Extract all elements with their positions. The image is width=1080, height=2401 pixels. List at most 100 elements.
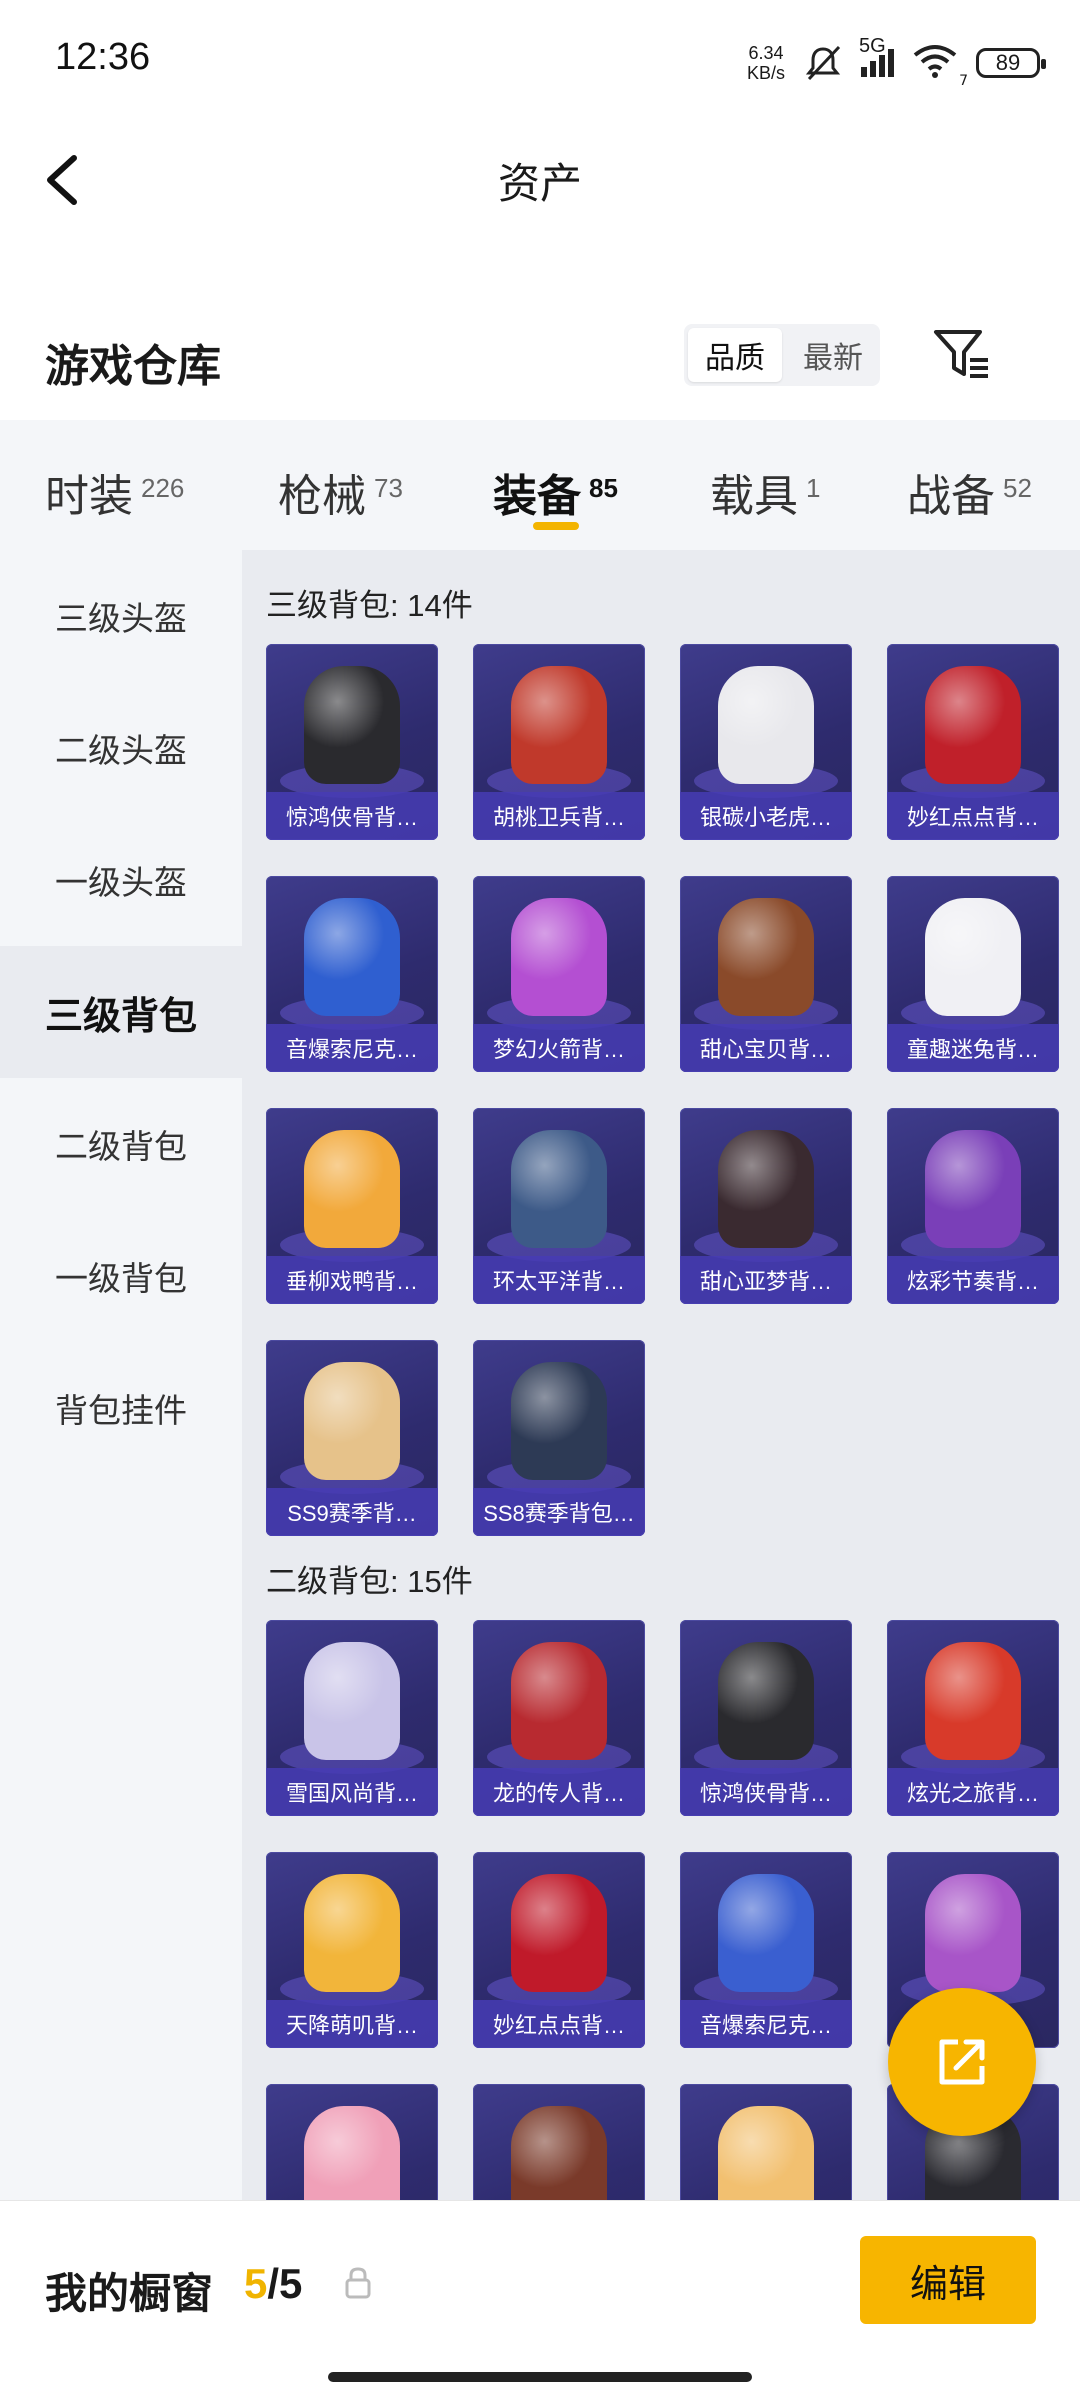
status-bar: 12:36 6.34 KB/s 5G 7 89 xyxy=(0,0,1080,120)
item-card[interactable]: 龙的传人背… xyxy=(473,1620,645,1816)
backpack-icon xyxy=(304,1362,400,1480)
active-tab-indicator xyxy=(533,522,579,530)
sidebar-item-helmet-2[interactable]: 二级头盔 xyxy=(0,682,242,814)
section-heading: 游戏仓库 xyxy=(45,342,221,391)
tab-vehicles[interactable]: 载具 1 xyxy=(710,460,820,524)
item-card[interactable]: 梦幻火箭背… xyxy=(473,876,645,1072)
backpack-icon xyxy=(718,1130,814,1248)
home-indicator[interactable] xyxy=(328,2372,752,2382)
backpack-icon xyxy=(511,1642,607,1760)
item-card[interactable]: SS9赛季背… xyxy=(266,1340,438,1536)
item-name: 梦幻火箭背… xyxy=(473,1024,645,1072)
backpack-icon xyxy=(304,2106,400,2200)
item-card[interactable]: 天降萌叽背… xyxy=(266,1852,438,2048)
item-card[interactable]: 妙红点点背… xyxy=(887,644,1059,840)
item-name: 炫光之旅背… xyxy=(887,1768,1059,1816)
backpack-icon xyxy=(511,2106,607,2200)
backpack-icon xyxy=(304,898,400,1016)
signal-icon: 5G xyxy=(859,35,894,77)
backpack-icon xyxy=(718,898,814,1016)
edit-button[interactable]: 编辑 xyxy=(860,2236,1036,2324)
backpack-icon xyxy=(511,1874,607,1992)
item-card[interactable]: 炫彩节奏背… xyxy=(887,1108,1059,1304)
sidebar-item-helmet-3[interactable]: 三级头盔 xyxy=(0,550,242,682)
item-name: 炫彩节奏背… xyxy=(887,1256,1059,1304)
item-card[interactable] xyxy=(473,2084,645,2200)
item-name: 童趣迷兔背… xyxy=(887,1024,1059,1072)
page-title: 资产 xyxy=(497,160,582,207)
item-name: 垂柳戏鸭背… xyxy=(266,1256,438,1304)
section-title: 三级背包: 14件 xyxy=(266,588,473,623)
item-card[interactable]: 音爆索尼克… xyxy=(680,1852,852,2048)
mute-icon xyxy=(805,45,841,81)
backpack-icon xyxy=(718,1642,814,1760)
sort-quality-button[interactable]: 品质 xyxy=(688,328,782,382)
showcase-count: 5/5 xyxy=(244,2260,303,2307)
backpack-icon xyxy=(511,1130,607,1248)
status-icons: 6.34 KB/s 5G 7 89 xyxy=(746,35,1046,89)
backpack-icon xyxy=(925,1642,1021,1760)
item-name: 银碳小老虎… xyxy=(680,792,852,840)
item-grid: 三级背包: 14件 二级背包: 15件 惊鸿侠骨背… 胡桃卫兵背… 银碳小老虎… 妙红… xyxy=(242,550,1080,2200)
tab-supplies[interactable]: 战备 52 xyxy=(907,460,1032,524)
tab-fashion[interactable]: 时装 226 xyxy=(45,460,184,524)
item-card[interactable]: 惊鸿侠骨背… xyxy=(680,1620,852,1816)
item-card[interactable]: 甜心宝贝背… xyxy=(680,876,852,1072)
backpack-icon xyxy=(304,1130,400,1248)
item-card[interactable]: 音爆索尼克… xyxy=(266,876,438,1072)
backpack-icon xyxy=(511,666,607,784)
backpack-icon xyxy=(304,666,400,784)
item-name: 天降萌叽背… xyxy=(266,2000,438,2048)
backpack-icon xyxy=(304,1642,400,1760)
item-name: 胡桃卫兵背… xyxy=(473,792,645,840)
item-card[interactable]: 胡桃卫兵背… xyxy=(473,644,645,840)
backpack-icon xyxy=(925,1874,1021,1992)
item-name: 雪国风尚背… xyxy=(266,1768,438,1816)
item-card[interactable]: 环太平洋背… xyxy=(473,1108,645,1304)
clock: 12:36 xyxy=(55,36,151,78)
item-card[interactable]: 童趣迷兔背… xyxy=(887,876,1059,1072)
item-name: 音爆索尼克… xyxy=(266,1024,438,1072)
item-card[interactable]: 惊鸿侠骨背… xyxy=(266,644,438,840)
sidebar-item-backpack-3[interactable]: 三级背包 xyxy=(0,946,242,1078)
backpack-icon xyxy=(718,2106,814,2200)
item-name: SS9赛季背… xyxy=(266,1488,438,1536)
sidebar-item-backpack-2[interactable]: 二级背包 xyxy=(0,1078,242,1210)
item-name: 甜心亚梦背… xyxy=(680,1256,852,1304)
backpack-icon xyxy=(925,898,1021,1016)
sidebar-item-backpack-charm[interactable]: 背包挂件 xyxy=(0,1342,242,1474)
sidebar-item-helmet-1[interactable]: 一级头盔 xyxy=(0,814,242,946)
item-name: 环太平洋背… xyxy=(473,1256,645,1304)
share-button[interactable] xyxy=(888,1988,1036,2136)
item-name: 妙红点点背… xyxy=(473,2000,645,2048)
item-card[interactable]: SS8赛季背包… xyxy=(473,1340,645,1536)
item-name: 妙红点点背… xyxy=(887,792,1059,840)
item-card[interactable]: 甜心亚梦背… xyxy=(680,1108,852,1304)
item-name: 甜心宝贝背… xyxy=(680,1024,852,1072)
item-card[interactable]: 妙红点点背… xyxy=(473,1852,645,2048)
item-card[interactable]: 雪国风尚背… xyxy=(266,1620,438,1816)
sort-newest-button[interactable]: 最新 xyxy=(786,324,880,386)
sort-toggle: 品质 最新 xyxy=(684,324,880,386)
backpack-icon xyxy=(925,666,1021,784)
net-speed: 6.34 KB/s xyxy=(746,43,785,83)
tab-equipment[interactable]: 装备 85 xyxy=(493,460,618,524)
item-name: SS8赛季背包… xyxy=(473,1488,645,1536)
filter-icon[interactable] xyxy=(930,322,994,386)
item-name: 惊鸿侠骨背… xyxy=(266,792,438,840)
item-card[interactable] xyxy=(266,2084,438,2200)
item-card[interactable]: 炫光之旅背… xyxy=(887,1620,1059,1816)
backpack-icon xyxy=(925,1130,1021,1248)
sidebar-item-backpack-1[interactable]: 一级背包 xyxy=(0,1210,242,1342)
item-name: 音爆索尼克… xyxy=(680,2000,852,2048)
item-card[interactable] xyxy=(680,2084,852,2200)
sidebar: 三级头盔 二级头盔 一级头盔 三级背包 二级背包 一级背包 背包挂件 xyxy=(0,550,242,2250)
battery-icon: 89 xyxy=(976,48,1046,78)
item-card[interactable]: 垂柳戏鸭背… xyxy=(266,1108,438,1304)
showcase-label: 我的橱窗 xyxy=(45,2270,214,2317)
item-card[interactable]: 银碳小老虎… xyxy=(680,644,852,840)
tab-guns[interactable]: 枪械 73 xyxy=(278,460,403,524)
item-name: 惊鸿侠骨背… xyxy=(680,1768,852,1816)
section-title: 二级背包: 15件 xyxy=(266,1564,473,1599)
backpack-icon xyxy=(304,1874,400,1992)
